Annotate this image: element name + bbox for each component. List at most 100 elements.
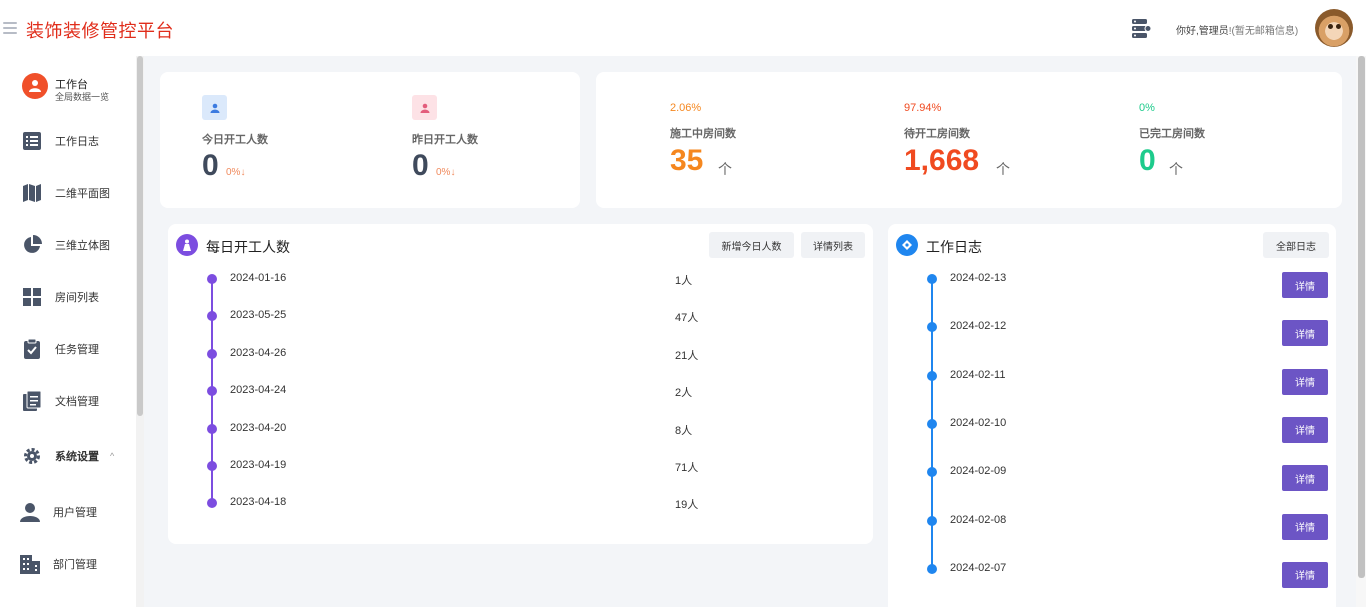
top-bar: 装饰装修管控平台 你好,管理员!(暂无邮箱信息) (0, 0, 1366, 56)
row-count: 47人 (675, 312, 699, 325)
sidebar-item-label: 三维立体图 (55, 240, 110, 252)
today-workers-label: 今日开工人数 (202, 134, 268, 146)
user-icon (412, 95, 437, 120)
log-detail-button[interactable]: 详情 (1282, 561, 1328, 588)
sidebar-scrollbar-thumb[interactable] (137, 56, 143, 416)
user-greeting[interactable]: 你好,管理员!(暂无邮箱信息) (1176, 22, 1298, 37)
sidebar-item-department-management[interactable]: 部门管理 (0, 544, 136, 584)
completed-unit: 个 (1169, 161, 1183, 177)
worker-icon (176, 234, 198, 256)
timeline-dot (927, 418, 937, 429)
pending-pct: 97.94% (904, 102, 942, 114)
add-today-count-button[interactable]: 新增今日人数 (709, 232, 794, 258)
sidebar-item-system-settings[interactable]: 系统设置 ^ (0, 436, 136, 476)
sidebar-item-room-list[interactable]: 房间列表 (0, 277, 136, 317)
row-count: 1人 (675, 275, 693, 287)
all-logs-button[interactable]: 全部日志 (1263, 232, 1329, 258)
sidebar-item-document-management[interactable]: 文档管理 (0, 381, 136, 421)
sidebar: 工作台 全局数据一览 工作日志 二维平面图 三维立体图 房间列表 任务管理 文档… (0, 56, 144, 607)
sidebar-item-user-management[interactable]: 用户管理 (0, 492, 136, 532)
in-progress-value: 35 (670, 144, 704, 177)
workers-stats-card: 今日开工人数 0 0%↓ 昨日开工人数 0 0%↓ (160, 72, 580, 208)
sidebar-item-task-management[interactable]: 任务管理 (0, 329, 136, 369)
row-date: 2023-04-20 (230, 421, 287, 434)
timeline-dot (927, 322, 937, 333)
row-date: 2023-04-19 (230, 459, 287, 471)
chevron-up-icon: ^ (110, 451, 115, 461)
log-date: 2024-02-12 (950, 320, 1007, 333)
timeline-dot (207, 461, 217, 471)
grid-icon (22, 287, 42, 307)
pending-label: 待开工房间数 (904, 128, 970, 140)
menu-toggle-icon[interactable] (3, 22, 17, 34)
sidebar-item-label: 工作日志 (55, 136, 99, 148)
yesterday-workers-value: 0 (412, 149, 429, 182)
work-log-title: 工作日志 (926, 239, 982, 255)
sidebar-item-2d-map[interactable]: 二维平面图 (0, 173, 136, 213)
building-icon (20, 554, 40, 574)
row-count: 21人 (675, 349, 699, 362)
pending-unit: 个 (996, 161, 1010, 177)
gear-icon (22, 446, 42, 466)
timeline-dot (207, 311, 217, 322)
timeline-dot (207, 423, 217, 434)
timeline-dot (927, 515, 937, 526)
row-count: 8人 (675, 424, 693, 437)
in-progress-unit: 个 (718, 161, 732, 177)
timeline-dot (927, 563, 937, 574)
log-date: 2024-02-11 (950, 368, 1006, 381)
sidebar-item-workbench[interactable]: 工作台 全局数据一览 (0, 68, 136, 108)
log-detail-button[interactable]: 详情 (1282, 416, 1328, 443)
detail-list-button[interactable]: 详情列表 (801, 232, 865, 258)
server-settings-icon[interactable] (1130, 17, 1152, 39)
log-detail-button[interactable]: 详情 (1282, 513, 1328, 540)
avatar[interactable] (1315, 9, 1353, 47)
yesterday-workers-label: 昨日开工人数 (412, 134, 478, 146)
map-icon (22, 183, 42, 203)
sidebar-item-label: 二维平面图 (55, 188, 110, 200)
greeting-sub: !(暂无邮箱信息) (1228, 26, 1299, 37)
timeline-dot (207, 498, 217, 509)
log-detail-button[interactable]: 详情 (1282, 272, 1328, 298)
page-scrollbar-thumb[interactable] (1358, 56, 1365, 578)
sidebar-item-3d-view[interactable]: 三维立体图 (0, 225, 136, 265)
rooms-stats-card: 2.06% 施工中房间数 35 个 97.94% 待开工房间数 1,668 个 … (596, 72, 1342, 208)
daily-workers-panel: 每日开工人数 新增今日人数 详情列表 2024-01-16 1人 2023-05-2… (168, 224, 873, 544)
sidebar-item-label: 房间列表 (55, 292, 99, 304)
daily-workers-title: 每日开工人数 (206, 239, 290, 255)
sidebar-item-work-log[interactable]: 工作日志 (0, 121, 136, 161)
sidebar-item-label: 部门管理 (53, 559, 97, 571)
greeting-text: 你好,管理员 (1176, 26, 1229, 37)
sidebar-item-sublabel: 全局数据一览 (55, 92, 110, 102)
timeline-dot (207, 386, 217, 397)
work-log-panel: 工作日志 全部日志 2024-02-13 详情 2024-02-12 详情 2024-0… (888, 224, 1336, 607)
row-count: 2人 (675, 387, 693, 400)
log-date: 2024-02-09 (950, 465, 1007, 478)
clipboard-icon (22, 339, 42, 359)
log-detail-button[interactable]: 详情 (1282, 465, 1328, 492)
yesterday-workers-pct: 0%↓ (436, 167, 456, 178)
pending-value: 1,668 (904, 144, 980, 177)
log-detail-button[interactable]: 详情 (1282, 368, 1328, 395)
completed-pct: 0% (1139, 102, 1155, 114)
log-date: 2024-02-10 (950, 416, 1007, 429)
in-progress-label: 施工中房间数 (670, 128, 736, 140)
user-icon (202, 95, 227, 120)
timeline-dot (207, 348, 217, 359)
completed-value: 0 (1139, 144, 1156, 177)
sidebar-item-label: 系统设置 (55, 451, 99, 463)
log-detail-button[interactable]: 详情 (1282, 320, 1328, 347)
sidebar-item-label: 文档管理 (55, 396, 99, 408)
log-date: 2024-02-08 (950, 513, 1007, 526)
sidebar-item-label: 用户管理 (53, 507, 97, 519)
document-icon (22, 391, 42, 411)
timeline-dot (207, 274, 217, 284)
row-date: 2023-04-18 (230, 496, 287, 509)
log-date: 2024-02-13 (950, 272, 1007, 284)
user-icon (20, 502, 40, 522)
pie-chart-icon (22, 235, 42, 255)
row-count: 71人 (675, 462, 699, 474)
today-workers-pct: 0%↓ (226, 167, 246, 178)
log-date: 2024-02-07 (950, 561, 1007, 574)
sidebar-item-label: 任务管理 (55, 344, 99, 356)
